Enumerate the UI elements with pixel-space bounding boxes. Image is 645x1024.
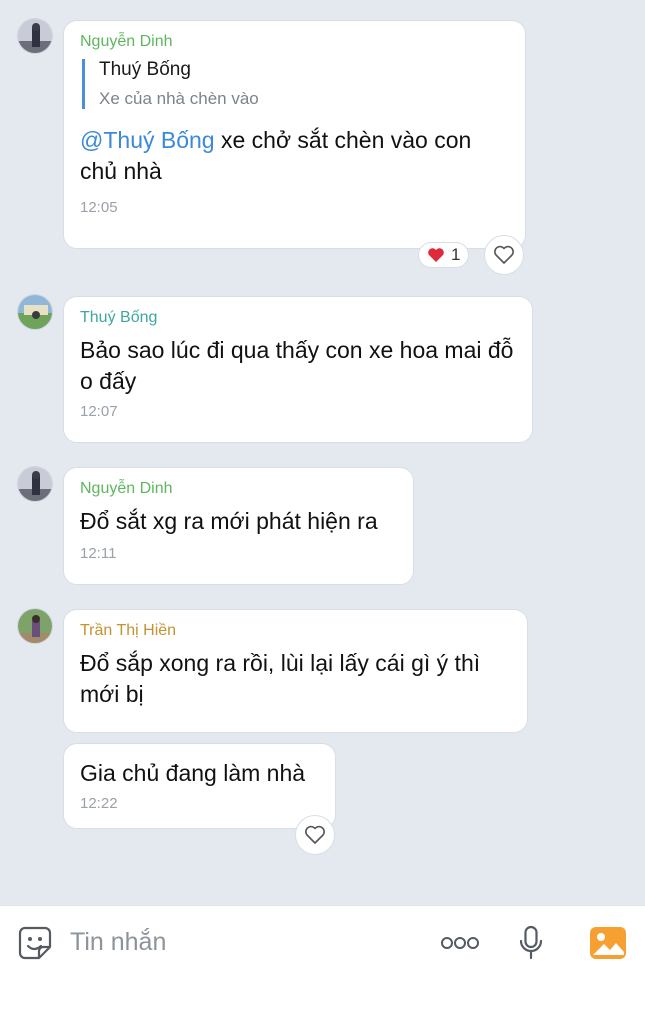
quote-text: Xe của nhà chèn vào (99, 89, 259, 108)
message-text: Gia chủ đang làm nhà (80, 760, 306, 786)
avatar-image (18, 19, 52, 53)
sender-name[interactable]: Nguyễn Dinh (80, 480, 397, 498)
like-button[interactable] (484, 235, 524, 275)
reaction-count: 1 (451, 245, 461, 264)
quote-sender: Thuý Bống (99, 59, 191, 80)
message-bubble[interactable]: Nguyễn Dinh Đổ sắt xg ra mới phát hiện r… (63, 467, 414, 585)
message-input[interactable]: Tin nhắn (70, 928, 166, 957)
message-bubble[interactable]: Gia chủ đang làm nhà 12:22 (63, 743, 336, 829)
message-bubble[interactable]: Nguyễn Dinh Thuý Bống Xe của nhà chèn và… (63, 20, 526, 249)
avatar-nguyen-dinh[interactable] (17, 466, 53, 502)
heart-emoji-icon (428, 248, 444, 262)
heart-outline-icon (305, 825, 325, 844)
avatar-image (18, 467, 52, 501)
sender-name[interactable]: Thuý Bống (80, 309, 516, 327)
sender-name[interactable]: Nguyễn Dinh (80, 33, 509, 51)
chat-area[interactable]: Nguyễn Dinh Thuý Bống Xe của nhà chèn và… (0, 0, 645, 905)
message-bubble[interactable]: Trần Thị Hiền Đổ sắp xong ra rồi, lùi lạ… (63, 609, 528, 733)
avatar-image (18, 609, 52, 643)
message-text: Đổ sắp xong ra rồi, lùi lại lấy cái gì ý… (80, 650, 481, 707)
avatar-nguyen-dinh[interactable] (17, 18, 53, 54)
avatar-thuy-bong[interactable] (17, 294, 53, 330)
microphone-icon (519, 925, 543, 960)
sticker-button[interactable] (16, 924, 54, 962)
message-composer: Tin nhắn (0, 905, 645, 1024)
sender-name[interactable]: Trần Thị Hiền (80, 622, 511, 640)
avatar-image (18, 295, 52, 329)
message-text: Đổ sắt xg ra mới phát hiện ra (80, 508, 378, 534)
reaction-pill[interactable]: 1 (418, 242, 470, 268)
heart-outline-icon (494, 245, 514, 264)
gallery-button[interactable] (588, 924, 628, 962)
message-text: Bảo sao lúc đi qua thấy con xe hoa mai đ… (80, 337, 514, 394)
reply-quote[interactable]: Thuý Bống Xe của nhà chèn vào (82, 59, 509, 109)
like-button[interactable] (295, 815, 335, 855)
message-time: 12:22 (80, 795, 118, 812)
voice-button[interactable] (515, 924, 547, 962)
message-bubble[interactable]: Thuý Bống Bảo sao lúc đi qua thấy con xe… (63, 296, 533, 443)
mention-link[interactable]: @Thuý Bống (80, 127, 215, 153)
message-time: 12:05 (80, 199, 118, 216)
image-icon (590, 927, 626, 959)
more-icon (441, 937, 479, 949)
message-time: 12:11 (80, 545, 117, 562)
more-button[interactable] (438, 924, 482, 962)
message-text: @Thuý Bống xe chở sắt chèn vào con chủ n… (80, 125, 509, 187)
message-time: 12:07 (80, 403, 118, 420)
avatar-tran-thi-hien[interactable] (17, 608, 53, 644)
sticker-icon (18, 926, 52, 960)
